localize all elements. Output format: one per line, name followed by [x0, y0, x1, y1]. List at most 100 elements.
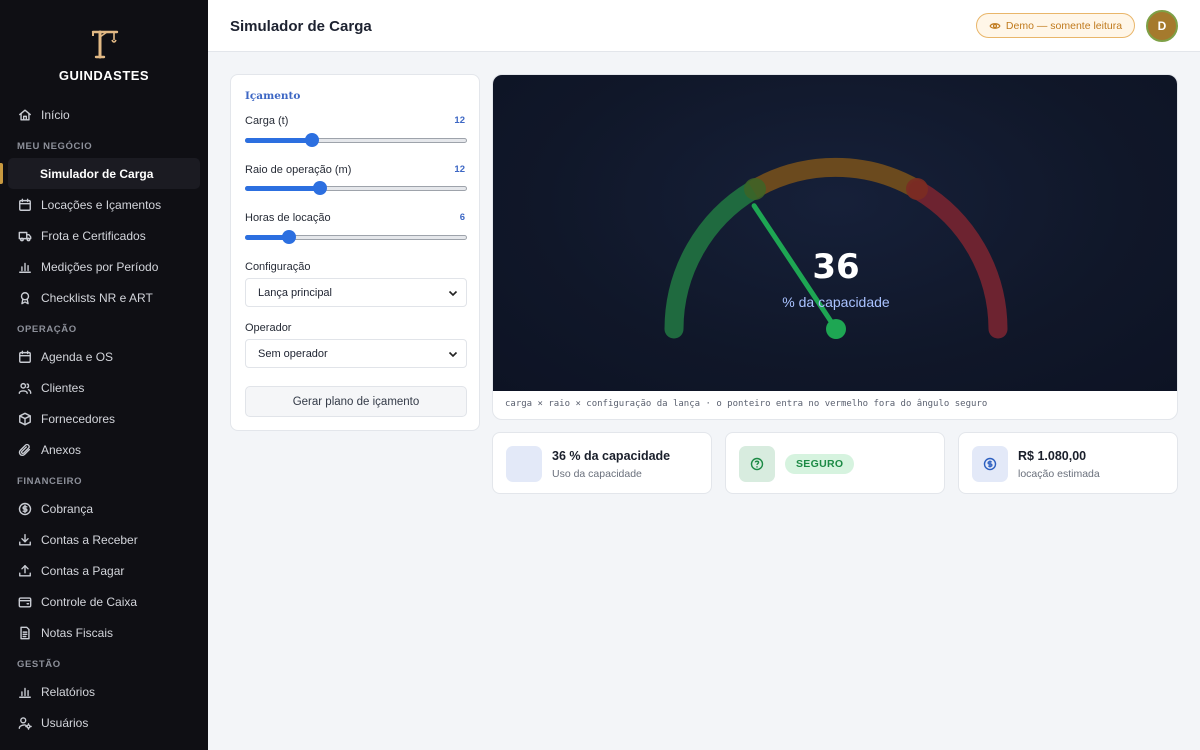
sidebar-item-label: Locações e Içamentos — [41, 197, 162, 212]
box-icon — [17, 411, 32, 426]
rent-stat-card: R$ 1.080,00 locação estimada — [958, 432, 1178, 494]
upload-icon — [17, 563, 32, 578]
brand: GUINDASTES — [0, 0, 208, 96]
help-icon-tile — [739, 446, 775, 482]
sidebar-item-clientes[interactable]: Clientes — [0, 372, 208, 403]
calendar-icon — [17, 349, 32, 364]
sidebar-item-label: Medições por Período — [41, 259, 159, 274]
dollar-icon-tile — [972, 446, 1008, 482]
capacity-stat-card: 36 % da capacidade Uso da capacidade — [492, 432, 712, 494]
sidebar-item-label: Cobrança — [41, 501, 94, 516]
sidebar-item-frota[interactable]: Frota e Certificados — [0, 220, 208, 251]
load-label: Carga (t) — [245, 115, 289, 127]
sidebar-item-label: Anexos — [41, 442, 82, 457]
users-icon — [17, 380, 32, 395]
sidebar-section-financeiro: FINANCEIRO — [17, 476, 83, 487]
sidebar-item-medicoes[interactable]: Medições por Período — [0, 251, 208, 282]
capacity-icon-tile — [506, 446, 542, 482]
generate-lifting-plan-button[interactable]: Gerar plano de içamento — [245, 386, 467, 417]
help-circle-icon — [750, 457, 764, 471]
lifting-controls-card: Içamento Carga (t) 12 Raio de operação (… — [230, 74, 480, 431]
hours-label: Horas de locação — [245, 212, 331, 224]
sidebar-item-label: Agenda e OS — [41, 349, 114, 364]
sidebar-item-label: Clientes — [41, 380, 85, 395]
operator-label: Operador — [245, 322, 292, 334]
radius-label: Raio de operação (m) — [245, 164, 352, 176]
gauge-marker-danger — [906, 178, 928, 200]
sidebar-section-operacao: OPERAÇÃO — [17, 324, 77, 335]
sidebar-item-cobranca[interactable]: Cobrança — [0, 493, 208, 524]
slider-thumb[interactable] — [304, 133, 319, 147]
hours-slider[interactable] — [245, 229, 467, 245]
capacity-gauge-panel: 36 % da capacidade carga × raio × config… — [492, 74, 1178, 420]
hours-value: 6 — [459, 212, 465, 223]
home-icon — [17, 107, 32, 122]
sidebar-item-inicio[interactable]: Início — [0, 99, 208, 130]
avatar[interactable]: D — [1146, 10, 1178, 42]
download-icon — [17, 532, 32, 547]
sidebar: GUINDASTES Início MEU NEGÓCIO Simulador … — [0, 0, 208, 750]
paperclip-icon — [17, 442, 32, 457]
configuration-selected: Lança principal — [258, 286, 332, 299]
sidebar-item-fornecedores[interactable]: Fornecedores — [0, 403, 208, 434]
top-header: Simulador de Carga Demo — somente leitur… — [208, 0, 1200, 52]
sidebar-item-relatorios[interactable]: Relatórios — [0, 676, 208, 707]
sidebar-item-label: Início — [41, 107, 70, 122]
section-title: Içamento — [245, 90, 301, 102]
dollar-circle-icon — [17, 501, 32, 516]
truck-icon — [17, 228, 32, 243]
radius-slider[interactable] — [245, 180, 467, 196]
status-stat-card: SEGURO — [725, 432, 945, 494]
user-cog-icon — [17, 715, 32, 730]
sidebar-item-anexos[interactable]: Anexos — [0, 434, 208, 465]
demo-badge-label: Demo — somente leitura — [1005, 19, 1123, 32]
gauge-arc-warning — [748, 157, 923, 199]
load-slider[interactable] — [245, 132, 467, 148]
bar-chart-icon — [17, 684, 32, 699]
gauge-footnote: carga × raio × configuração da lança · o… — [505, 399, 988, 409]
file-icon — [17, 625, 32, 640]
wallet-icon — [17, 594, 32, 609]
capacity-gauge — [664, 157, 1008, 339]
sidebar-item-label: Usuários — [41, 715, 89, 730]
brand-name: GUINDASTES — [58, 68, 150, 83]
gauge-value: 36 — [812, 247, 860, 287]
rent-stat-label: locação estimada — [1018, 468, 1100, 480]
gauge-needle-hub — [826, 319, 846, 339]
capacity-stat-label: Uso da capacidade — [552, 468, 642, 480]
bar-chart-icon — [17, 259, 32, 274]
sidebar-item-contas-pagar[interactable]: Contas a Pagar — [0, 555, 208, 586]
sidebar-item-contas-receber[interactable]: Contas a Receber — [0, 524, 208, 555]
operator-selected: Sem operador — [258, 347, 328, 360]
sidebar-item-notas-fiscais[interactable]: Notas Fiscais — [0, 617, 208, 648]
sidebar-section-meu-negocio: MEU NEGÓCIO — [17, 141, 93, 152]
sidebar-item-simulador-de-carga[interactable]: Simulador de Carga — [0, 158, 200, 189]
demo-readonly-badge: Demo — somente leitura — [976, 13, 1135, 38]
gauge-unit-label: % da capacidade — [782, 294, 890, 310]
radius-value: 12 — [454, 164, 465, 175]
sidebar-item-label: Checklists NR e ART — [41, 290, 153, 305]
sidebar-item-usuarios[interactable]: Usuários — [0, 707, 208, 738]
slider-thumb[interactable] — [282, 230, 297, 244]
crane-logo-icon — [91, 30, 119, 59]
gauge-marker-safe — [744, 178, 766, 200]
sidebar-item-label: Contas a Pagar — [41, 563, 125, 578]
capacity-stat-value: 36 % da capacidade — [552, 449, 671, 463]
sidebar-item-label: Notas Fiscais — [41, 625, 114, 640]
sidebar-section-gestao: GESTÃO — [17, 659, 61, 670]
operator-select[interactable]: Sem operador — [245, 339, 467, 368]
sidebar-item-locacoes[interactable]: Locações e Içamentos — [0, 189, 208, 220]
sidebar-item-label: Controle de Caixa — [41, 594, 138, 609]
sidebar-item-checklists[interactable]: Checklists NR e ART — [0, 282, 208, 313]
configuration-label: Configuração — [245, 261, 311, 273]
load-value: 12 — [454, 115, 465, 126]
dollar-circle-icon — [983, 457, 997, 471]
status-badge: SEGURO — [785, 454, 855, 474]
sidebar-item-label: Relatórios — [41, 684, 96, 699]
slider-thumb[interactable] — [313, 181, 328, 195]
sidebar-item-controle-caixa[interactable]: Controle de Caixa — [0, 586, 208, 617]
sidebar-item-agenda[interactable]: Agenda e OS — [0, 341, 208, 372]
configuration-select[interactable]: Lança principal — [245, 278, 467, 307]
chevron-down-icon — [448, 351, 458, 358]
page-title: Simulador de Carga — [230, 18, 372, 35]
